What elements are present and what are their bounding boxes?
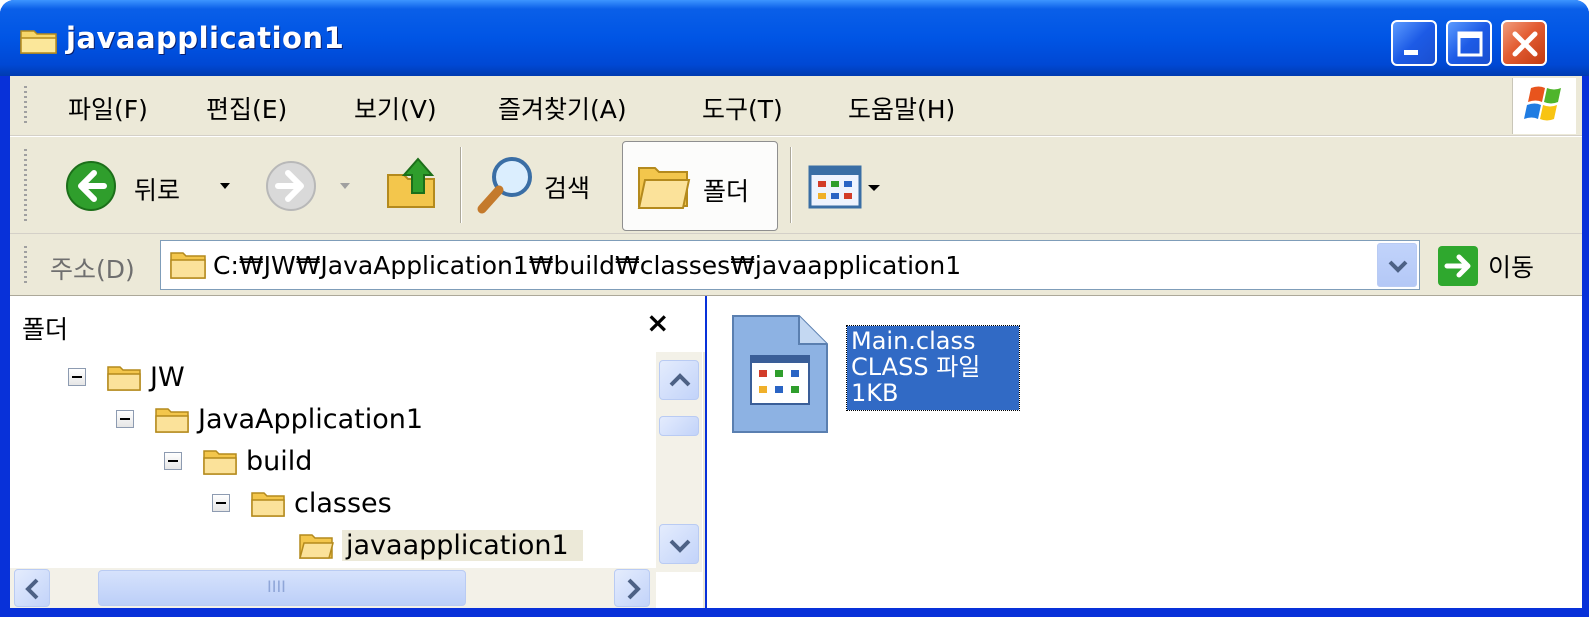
scroll-left-button[interactable] xyxy=(14,569,50,607)
collapse-icon[interactable] xyxy=(164,452,182,470)
chevron-down-icon xyxy=(1388,260,1408,273)
back-label: 뒤로 xyxy=(134,176,181,205)
chevron-down-icon xyxy=(220,183,230,189)
file-name: Main.class xyxy=(851,327,976,355)
tree-item-jw[interactable]: JW xyxy=(10,358,650,398)
vertical-scrollbar[interactable] xyxy=(656,352,702,572)
explorer-window: javaapplication1 파일(F) 편집(E) 보기(V) 즐겨찾기(… xyxy=(0,0,1589,617)
search-icon xyxy=(477,157,532,214)
tree-item-build[interactable]: build xyxy=(10,442,650,482)
maximize-icon xyxy=(1457,31,1483,57)
scroll-thumb-horizontal[interactable]: IIII xyxy=(98,570,466,606)
addressbar-grip[interactable] xyxy=(24,246,27,284)
maximize-button[interactable] xyxy=(1446,20,1492,66)
tree-item-label: javaapplication1 xyxy=(342,530,583,561)
folders-icon xyxy=(637,167,691,209)
folder-pane: 폴더 × JW JavaApplication1 build classes j… xyxy=(10,296,705,608)
toolbar-separator xyxy=(460,147,462,223)
folder-pane-header: 폴더 × xyxy=(10,296,705,352)
file-size: 1KB xyxy=(851,379,899,407)
go-arrow-icon xyxy=(1444,254,1471,278)
forward-arrow-icon xyxy=(266,161,316,211)
tree-item-javaapplication1-project[interactable]: JavaApplication1 xyxy=(10,400,650,440)
folder-pane-title: 폴더 xyxy=(22,315,69,344)
file-item-details: Main.class CLASS 파일 1KB xyxy=(846,325,1020,411)
address-dropdown-button[interactable] xyxy=(1377,243,1417,287)
go-button[interactable] xyxy=(1438,246,1478,286)
toolbar-grip[interactable] xyxy=(24,149,27,223)
folder-icon xyxy=(170,252,206,279)
chevron-down-icon xyxy=(340,183,350,189)
minimize-button[interactable] xyxy=(1391,20,1437,66)
menu-file[interactable]: 파일(F) xyxy=(68,90,148,126)
window-title: javaapplication1 xyxy=(66,21,345,55)
menu-help[interactable]: 도움말(H) xyxy=(848,90,955,126)
folder-icon xyxy=(20,30,57,54)
menu-favorites[interactable]: 즐겨찾기(A) xyxy=(498,90,627,126)
tree-item-label: JavaApplication1 xyxy=(198,404,424,435)
chevron-left-icon xyxy=(25,578,39,600)
close-icon xyxy=(1512,31,1538,57)
tree-item-label: classes xyxy=(294,488,392,519)
windows-logo xyxy=(1512,78,1576,134)
collapse-icon[interactable] xyxy=(212,494,230,512)
menu-bar: 파일(F) 편집(E) 보기(V) 즐겨찾기(A) 도구(T) 도움말(H) xyxy=(10,76,1582,136)
file-type: CLASS 파일 xyxy=(851,353,981,381)
address-value: C:₩JW₩JavaApplication1₩build₩classes₩jav… xyxy=(213,251,962,280)
address-label: 주소(D) xyxy=(50,255,135,284)
chevron-down-icon xyxy=(669,539,691,553)
tree-item-javaapplication1-selected[interactable]: javaapplication1 xyxy=(10,526,650,566)
address-bar: 주소(D) C:₩JW₩JavaApplication1₩build₩class… xyxy=(10,234,1582,296)
close-button[interactable] xyxy=(1501,20,1547,66)
file-view: Main.class CLASS 파일 1KB xyxy=(707,296,1582,608)
chevron-right-icon xyxy=(627,578,641,600)
menu-tools[interactable]: 도구(T) xyxy=(702,90,783,126)
views-button[interactable] xyxy=(806,159,890,215)
folders-label: 폴더 xyxy=(703,177,750,206)
scroll-thumb-grip: IIII xyxy=(267,577,286,596)
folder-icon xyxy=(203,450,237,475)
forward-button[interactable] xyxy=(262,155,362,217)
open-folder-icon xyxy=(299,534,334,559)
go-label[interactable]: 이동 xyxy=(1488,248,1534,284)
search-button[interactable]: 검색 xyxy=(472,151,612,221)
collapse-icon[interactable] xyxy=(116,410,134,428)
folders-button[interactable]: 폴더 xyxy=(622,141,778,231)
up-folder-button[interactable] xyxy=(382,153,448,219)
views-icon xyxy=(808,165,880,209)
folder-icon xyxy=(107,366,141,391)
standard-toolbar: 뒤로 검색 폴더 xyxy=(10,136,1582,234)
tree-item-label: build xyxy=(246,446,313,477)
up-folder-icon xyxy=(387,157,435,208)
toolbar-separator xyxy=(790,147,792,223)
scroll-down-button[interactable] xyxy=(659,524,699,564)
title-bar[interactable]: javaapplication1 xyxy=(0,0,1589,76)
tree-item-label: JW xyxy=(150,362,185,393)
back-button[interactable]: 뒤로 xyxy=(62,155,242,217)
folder-pane-close-button[interactable]: × xyxy=(646,306,669,339)
menu-view[interactable]: 보기(V) xyxy=(354,90,437,126)
folder-icon xyxy=(155,408,189,433)
horizontal-scrollbar[interactable]: IIII xyxy=(10,568,656,608)
address-input[interactable]: C:₩JW₩JavaApplication1₩build₩classes₩jav… xyxy=(160,240,1420,290)
tree-item-classes[interactable]: classes xyxy=(10,484,650,524)
scroll-up-button[interactable] xyxy=(659,360,699,400)
menu-edit[interactable]: 편집(E) xyxy=(206,90,287,126)
windows-flag-icon xyxy=(1524,86,1561,121)
class-file-icon xyxy=(732,315,828,433)
minimize-icon xyxy=(1404,50,1418,55)
collapse-icon[interactable] xyxy=(68,368,86,386)
back-arrow-icon xyxy=(66,161,116,211)
menubar-grip[interactable] xyxy=(24,86,27,126)
folder-icon xyxy=(251,492,285,517)
scroll-thumb-vertical[interactable] xyxy=(659,416,699,436)
scroll-right-button[interactable] xyxy=(614,569,650,607)
search-label: 검색 xyxy=(544,174,591,203)
chevron-up-icon xyxy=(669,373,691,387)
